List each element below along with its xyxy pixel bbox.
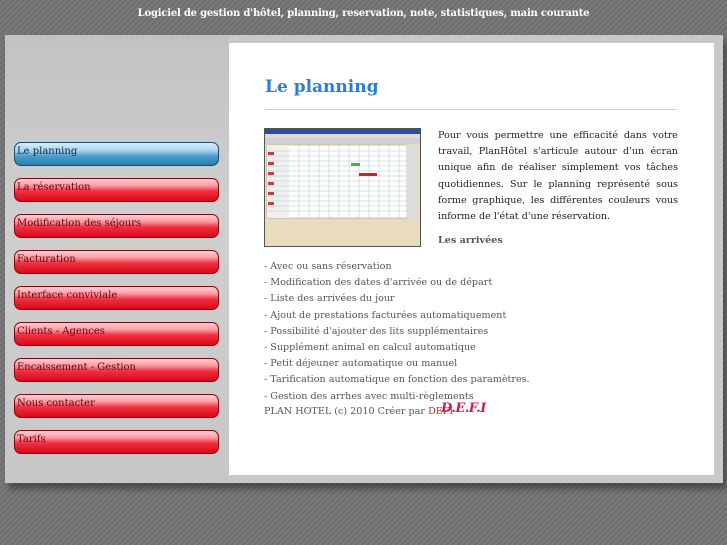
title-divider xyxy=(265,109,677,110)
footer-credits: PLAN HOTEL (c) 2010 Créer par DEFI xyxy=(264,406,453,417)
list-item: - Modification des dates d'arrivée ou de… xyxy=(264,277,493,289)
list-item: - Supplément animal en calcul automatiqu… xyxy=(264,342,476,354)
section-heading: Les arrivées xyxy=(438,235,503,246)
list-item: - Possibilité d'ajouter des lits supplém… xyxy=(264,325,489,337)
nav-item-label: La réservation xyxy=(17,182,91,193)
list-item: - Liste des arrivées du jour xyxy=(264,293,395,305)
list-item: - Tarification automatique en fonction d… xyxy=(264,374,530,386)
nav-item-reservation[interactable]: La réservation xyxy=(14,178,219,202)
list-item: - Avec ou sans réservation xyxy=(264,261,392,272)
nav-item-planning[interactable]: Le planning xyxy=(14,142,219,166)
nav-item-label: Facturation xyxy=(17,254,76,265)
main-content: Le planning Pour vous permettre une effi… xyxy=(229,43,714,475)
nav-item-clients[interactable]: Clients - Agences xyxy=(14,322,219,346)
nav-item-contact[interactable]: Nous contacter xyxy=(14,394,219,418)
nav-item-tarifs[interactable]: Tarifs xyxy=(14,430,219,454)
nav-item-label: Nous contacter xyxy=(17,398,95,409)
list-item: - Ajout de prestations facturées automat… xyxy=(264,309,507,321)
nav-item-label: Modification des séjours xyxy=(17,218,142,229)
nav-item-facturation[interactable]: Facturation xyxy=(14,250,219,274)
nav-item-encaissement[interactable]: Encaissement - Gestion xyxy=(14,358,219,382)
nav-item-sejours[interactable]: Modification des séjours xyxy=(14,214,219,238)
site-title: Logiciel de gestion d'hôtel, planning, r… xyxy=(137,8,590,19)
intro-paragraph: Pour vous permettre une efficacité dans … xyxy=(438,130,678,223)
nav-item-label: Encaissement - Gestion xyxy=(17,362,136,373)
page-title: Le planning xyxy=(265,77,379,97)
nav-item-label: Clients - Agences xyxy=(17,326,105,337)
list-item: - Petit déjeuner automatique ou manuel xyxy=(264,358,458,370)
nav-item-interface[interactable]: Interface conviviale xyxy=(14,286,219,310)
defi-logo: D.E.F.I xyxy=(441,401,486,416)
nav-item-label: Interface conviviale xyxy=(17,290,118,301)
sidebar: Le planning La réservation Modification … xyxy=(5,35,229,483)
footer-text: PLAN HOTEL (c) 2010 Créer par xyxy=(264,406,425,417)
planning-screenshot-image xyxy=(264,128,421,247)
nav-item-label: Le planning xyxy=(17,146,78,157)
list-item: - Gestion des arrhes avec multi-règlemen… xyxy=(264,390,474,402)
feature-list: - Avec ou sans réservation - Modificatio… xyxy=(264,259,530,405)
nav-item-label: Tarifs xyxy=(17,434,46,445)
